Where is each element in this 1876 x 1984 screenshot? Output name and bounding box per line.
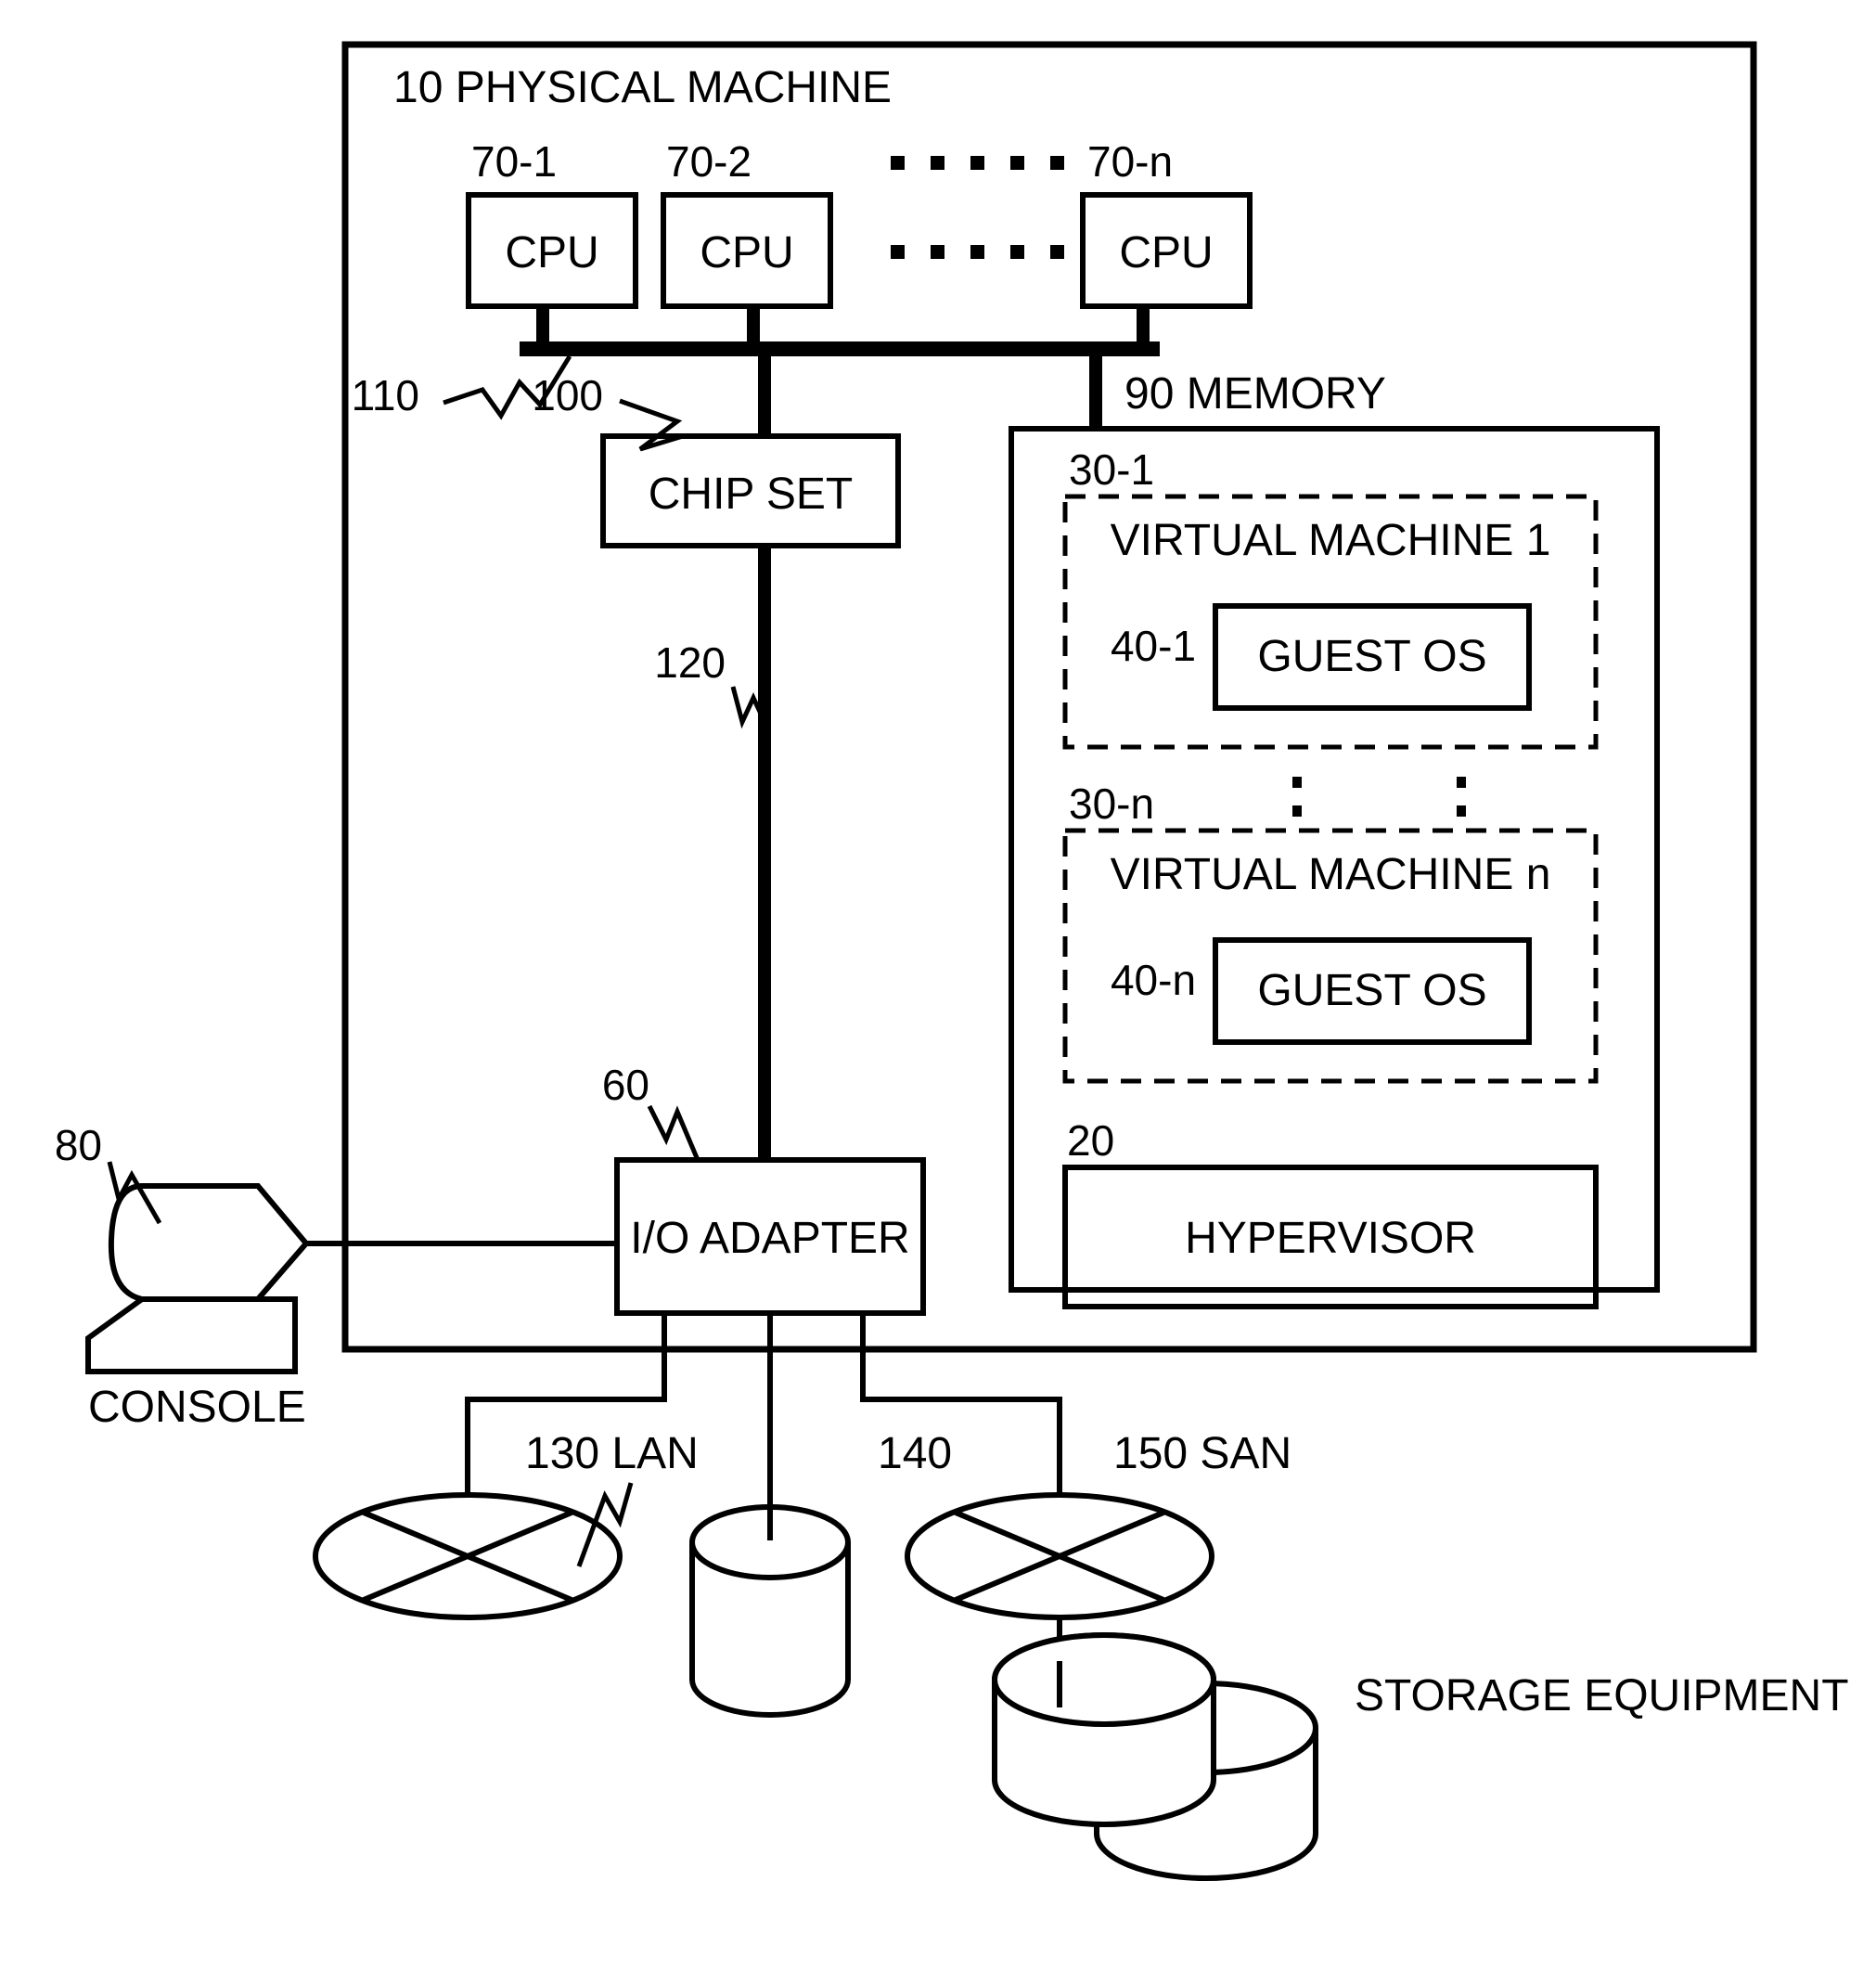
block-diagram: 10 PHYSICAL MACHINE 70-1 CPU 70-2 CPU 70…: [55, 41, 1849, 1881]
memory-label: 90 MEMORY: [1124, 369, 1386, 419]
vm-n-ref-label: 30-n: [1069, 779, 1154, 828]
cpu-1-ref-label: 70-1: [471, 137, 557, 186]
guest-os-n-ref-label: 40-n: [1111, 956, 1196, 1004]
guest-os-1-ref-label: 40-1: [1111, 622, 1196, 670]
hypervisor-label: HYPERVISOR: [1185, 1214, 1476, 1263]
cpu-ellipsis-bottom: [891, 245, 1064, 259]
san-label: 150 SAN: [1113, 1429, 1291, 1478]
vm-1-label: VIRTUAL MACHINE 1: [1111, 516, 1551, 565]
cpu-2-bus-stub: [747, 306, 760, 341]
cpu-n-bus-stub: [1137, 306, 1150, 341]
cpu-1-bus-stub: [536, 306, 549, 341]
io-adapter-label: I/O ADAPTER: [630, 1214, 909, 1263]
memory-bus-stub: [1089, 356, 1102, 431]
cpu-1-label: CPU: [505, 228, 598, 277]
console-label: CONSOLE: [88, 1383, 306, 1432]
disk-140-label: 140: [878, 1429, 952, 1478]
diagram-canvas: 10 PHYSICAL MACHINE 70-1 CPU 70-2 CPU 70…: [0, 0, 1876, 1984]
cpu-n-ref-label: 70-n: [1087, 137, 1173, 186]
io-adapter-ref-label: 60: [602, 1061, 649, 1109]
lan-cross-icon: [362, 1510, 573, 1603]
chipset-bus-stub: [758, 356, 771, 436]
guest-os-1-label: GUEST OS: [1257, 632, 1486, 681]
lan-ref-leader: [576, 1482, 634, 1567]
vm-n-label: VIRTUAL MACHINE n: [1111, 850, 1551, 899]
physical-machine-label: 10 PHYSICAL MACHINE: [393, 63, 892, 112]
vm-ellipsis: [1292, 777, 1466, 817]
bus-ref-label: 110: [352, 371, 419, 419]
cpu-ellipsis-top: [891, 156, 1064, 170]
vm-1-ref-label: 30-1: [1069, 445, 1154, 494]
storage-front-top: [992, 1632, 1216, 1727]
io-adapter-ref-leader: [647, 1104, 700, 1161]
console-base: [85, 1296, 298, 1374]
guest-os-n-label: GUEST OS: [1257, 966, 1486, 1015]
cpu-2-label: CPU: [700, 228, 793, 277]
console-ref-label: 80: [55, 1121, 102, 1169]
lan-label: 130 LAN: [525, 1429, 699, 1478]
chipset-ref-label: 100: [532, 371, 603, 419]
io-bus-ref-label: 120: [654, 638, 726, 687]
cpu-2-ref-label: 70-2: [666, 137, 752, 186]
io-bus-line: [758, 546, 771, 1160]
chipset-ref-leader: [619, 398, 684, 452]
storage-equipment-label: STORAGE EQUIPMENT: [1355, 1671, 1849, 1720]
cpu-n-label: CPU: [1119, 228, 1213, 277]
hypervisor-ref-label: 20: [1067, 1116, 1114, 1165]
system-bus-bar: [520, 341, 1160, 356]
console-monitor: [108, 1183, 310, 1302]
san-cross-icon: [954, 1510, 1165, 1603]
chipset-label: CHIP SET: [649, 470, 854, 519]
